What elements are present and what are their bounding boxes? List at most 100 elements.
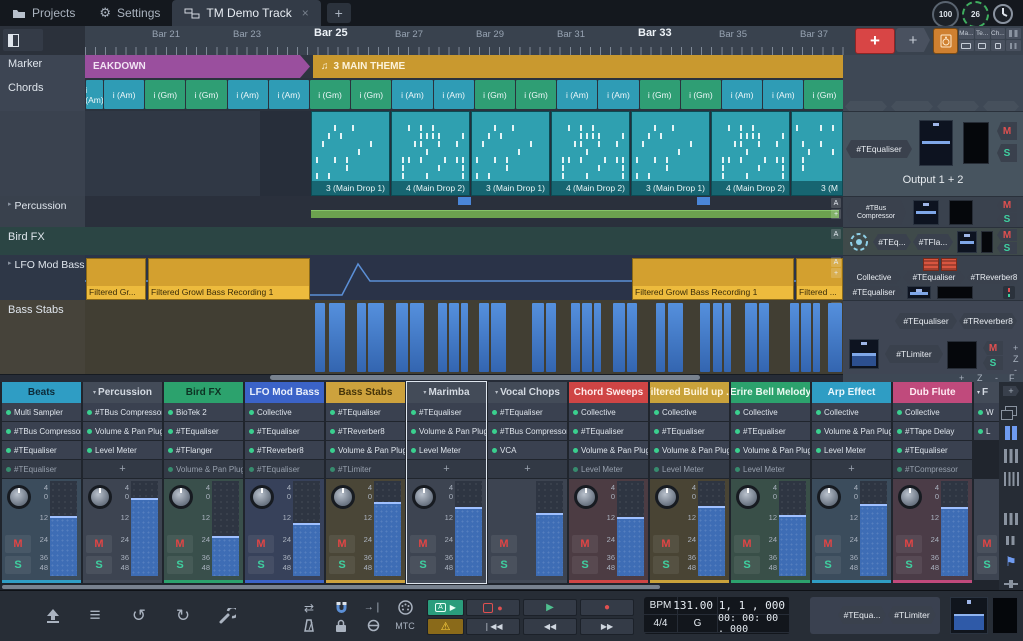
mixer-channel-name[interactable]: ▾F xyxy=(974,382,1002,403)
percussion-midi-note[interactable] xyxy=(458,197,471,205)
mute-button[interactable]: M xyxy=(977,535,997,553)
plugin-slot[interactable]: Level Meter xyxy=(812,441,891,459)
plugin-enabled-dot[interactable] xyxy=(735,429,740,434)
solo-button[interactable]: S xyxy=(491,556,517,574)
plugin-enabled-dot[interactable] xyxy=(249,429,254,434)
metronome-icon[interactable] xyxy=(295,617,323,634)
mixer-channel[interactable]: Dub FluteCollective#TTape Delay#TEqualis… xyxy=(893,382,972,583)
level-meter[interactable] xyxy=(374,481,401,576)
audio-clip-gold[interactable]: Filtered Growl Bass Recording 1 xyxy=(148,258,310,300)
mute-button[interactable]: M xyxy=(653,535,679,553)
jump-to-end-icon[interactable]: →❘ xyxy=(359,599,387,616)
mixer-channel[interactable]: Bird FXBioTek 2#TEqualiser#TFlangerVolum… xyxy=(164,382,243,583)
pan-knob[interactable] xyxy=(169,485,193,509)
ruler-bar-label[interactable]: Bar 31 xyxy=(557,29,585,40)
plugin-slot[interactable]: Volume & Pan Plugin xyxy=(650,441,729,459)
mute-button[interactable]: M xyxy=(167,535,193,553)
plugin-slot[interactable]: Multi Sampler xyxy=(2,403,81,421)
bass-audio-clip[interactable] xyxy=(828,303,842,372)
audio-clip-gold[interactable]: Filtered Growl Bass Recording 1 xyxy=(632,258,794,300)
plugin-enabled-dot[interactable] xyxy=(654,467,659,472)
solo-button[interactable]: S xyxy=(997,144,1017,162)
ruler-bar-label[interactable]: Bar 33 xyxy=(638,27,672,39)
plugin-tbus-compressor[interactable]: #TBus Compressor xyxy=(846,200,906,225)
plugin-slot[interactable]: #TBus Compressor xyxy=(2,422,81,440)
bass-audio-clip[interactable] xyxy=(546,303,556,372)
plugin-slot[interactable]: + xyxy=(407,460,486,478)
four-faders-icon[interactable] xyxy=(1003,472,1019,486)
plugin-enabled-dot[interactable] xyxy=(87,410,92,415)
record-arm-button[interactable]: ● xyxy=(466,599,520,616)
ruler-bar-label[interactable]: Bar 27 xyxy=(395,29,423,40)
bass-audio-clip[interactable] xyxy=(491,303,506,372)
plugin-slot[interactable]: #TTape Delay xyxy=(893,422,972,440)
pan-knob[interactable] xyxy=(250,485,274,509)
plugin-enabled-dot[interactable] xyxy=(330,410,335,415)
chord-block[interactable]: i (Am) xyxy=(104,80,144,109)
plugin-slot[interactable]: Volume & Pan Plugin xyxy=(164,460,243,478)
solo-button[interactable]: S xyxy=(896,556,922,574)
mixer-channel-partial[interactable]: ▾FWLMS xyxy=(974,382,999,583)
record-button[interactable]: ● xyxy=(580,599,634,616)
solo-button[interactable]: S xyxy=(86,556,112,574)
automation-plus-button[interactable]: + xyxy=(831,209,841,219)
level-meter[interactable] xyxy=(50,481,77,576)
chord-block[interactable]: i (Gm) xyxy=(516,80,556,109)
ruler-bar-label[interactable]: Bar 21 xyxy=(152,29,180,40)
chord-block[interactable]: i (Gm) xyxy=(145,80,185,109)
master-plugin-tequaliser[interactable]: #TEqua... xyxy=(838,606,886,624)
plugin-enabled-dot[interactable] xyxy=(168,448,173,453)
mixer-channel[interactable]: Chord SweepsCollective#TEqualiserVolume … xyxy=(569,382,648,583)
mixer-channel-name[interactable]: LFO Mod Bass xyxy=(245,382,324,403)
plugin-treverber8[interactable]: #TReverber8 xyxy=(967,271,1021,284)
solo-button[interactable]: S xyxy=(5,556,31,574)
solo-button[interactable]: S xyxy=(983,356,1003,370)
plugin-slot[interactable]: #TEqualiser xyxy=(2,460,81,478)
plugin-tlimiter[interactable]: #TLimiter xyxy=(885,345,943,363)
plugin-enabled-dot[interactable] xyxy=(168,410,173,415)
plugin-slot[interactable]: #TEqualiser xyxy=(488,403,567,421)
percussion-track-header[interactable]: ▸ Percussion xyxy=(0,196,85,227)
plugin-tequaliser[interactable]: #TEqualiser xyxy=(845,286,903,299)
audio-clip-gold[interactable]: Filtered Gr... xyxy=(86,258,146,300)
plugin-slot[interactable]: Volume & Pan Plugin xyxy=(326,441,405,459)
mixer-channel[interactable]: LFO Mod BassCollective#TEqualiser#TRever… xyxy=(245,382,324,583)
two-faders-icon[interactable] xyxy=(1003,426,1019,440)
plugin-enabled-dot[interactable] xyxy=(6,410,11,415)
bass-audio-clip[interactable] xyxy=(713,303,722,372)
plugin-enabled-dot[interactable] xyxy=(573,429,578,434)
level-meter[interactable] xyxy=(617,481,644,576)
chords-row-header[interactable]: Chords xyxy=(0,78,85,111)
mixer-channel-name[interactable]: ▾Percussion xyxy=(83,382,162,403)
pan-knob[interactable] xyxy=(898,485,922,509)
chord-block[interactable]: i (Gm) xyxy=(351,80,391,109)
tab-settings[interactable]: ⚙ Settings xyxy=(87,0,172,26)
plugin-enabled-dot[interactable] xyxy=(573,467,578,472)
master-fader[interactable] xyxy=(950,597,988,634)
plugin-slot[interactable]: #TEqualiser xyxy=(326,403,405,421)
plugin-enabled-dot[interactable] xyxy=(249,410,254,415)
solo-button[interactable]: S xyxy=(815,556,841,574)
plugin-enabled-dot[interactable] xyxy=(168,429,173,434)
plugin-slot[interactable]: Collective xyxy=(731,403,810,421)
midi-connector-icon[interactable] xyxy=(391,599,419,616)
level-meter[interactable] xyxy=(536,481,563,576)
plugin-slot[interactable]: #TEqualiser xyxy=(407,403,486,421)
plugin-tequaliser[interactable]: #TEqualiser xyxy=(903,271,965,284)
chord-block[interactable]: i (Gm) xyxy=(681,80,721,109)
plugin-enabled-dot[interactable] xyxy=(897,448,902,453)
midi-clip[interactable]: 3 (Main Drop 1) xyxy=(311,111,390,196)
plugin-enabled-dot[interactable] xyxy=(492,429,497,434)
chord-block[interactable]: i (Am) xyxy=(392,80,432,109)
plugin-slot[interactable]: Collective xyxy=(650,403,729,421)
level-meter[interactable] xyxy=(455,481,482,576)
plugin-slot[interactable]: #TEqualiser xyxy=(245,460,324,478)
bass-audio-clip[interactable] xyxy=(329,303,345,372)
bass-audio-clip[interactable] xyxy=(357,303,366,372)
mixer-channel-name[interactable]: Beats xyxy=(2,382,81,403)
plugin-tflanger[interactable]: #TFla... xyxy=(913,234,953,250)
mixer-channel[interactable]: Erire Bell MelodyCollective#TEqualiserVo… xyxy=(731,382,810,583)
plugin-slot[interactable]: W xyxy=(974,403,999,421)
flag-icon[interactable]: ⚑ xyxy=(1003,555,1019,569)
mute-button[interactable]: M xyxy=(997,122,1017,140)
